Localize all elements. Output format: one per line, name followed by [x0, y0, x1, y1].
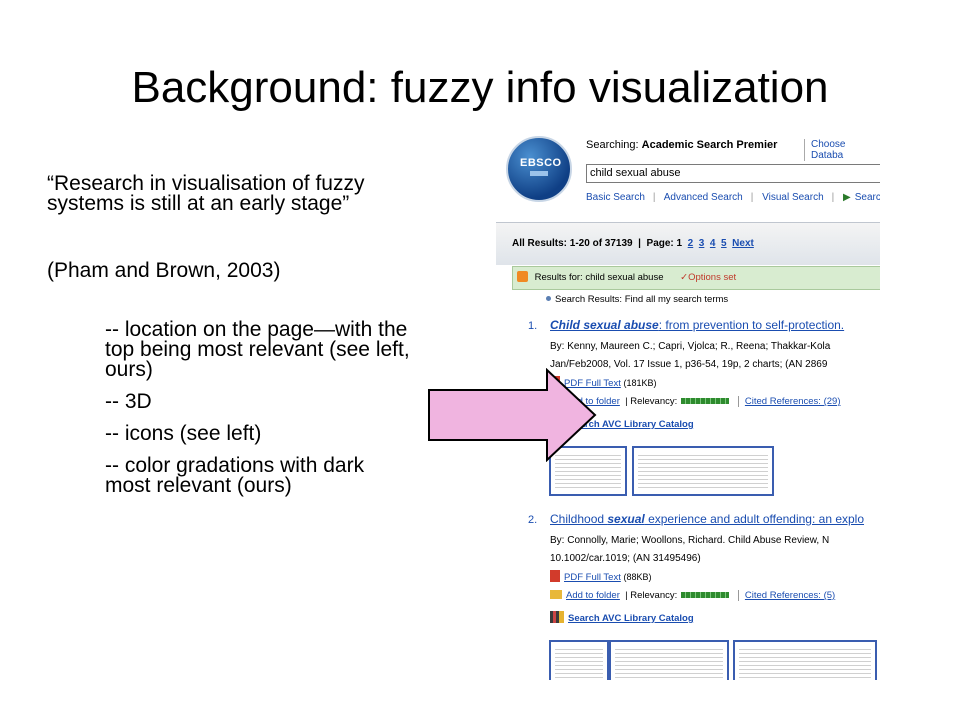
results-toolbar: All Results: 1-20 of 37139 | Page: 1 2 3… [496, 222, 880, 265]
table-thumbnail[interactable] [733, 640, 877, 680]
slide-title: Background: fuzzy info visualization [131, 63, 829, 112]
options-set-link[interactable]: ✓Options set [680, 272, 736, 283]
quote-text: “Research in visualisation of fuzzy syst… [47, 172, 365, 215]
result-byline: By: Kenny, Maureen C.; Capri, Vjolca; R.… [550, 341, 831, 352]
search-results-label: Search Results: Find all my search terms [555, 294, 729, 305]
pdf-row: PDF Full Text (88KB) [550, 570, 652, 583]
next-page-link[interactable]: Next [732, 238, 754, 249]
searching-label: Searching: Academic Search Premier [586, 139, 777, 151]
results-count: All Results: 1-20 of 37139 [512, 238, 633, 249]
books-icon [550, 611, 564, 623]
search-avc-catalog-link[interactable]: Search AVC Library Catalog [568, 613, 694, 624]
pdf-full-text-link[interactable]: PDF Full Text [564, 572, 621, 583]
logo-text: EBSCO [520, 157, 562, 169]
page-link-5[interactable]: 5 [721, 238, 727, 249]
triangle-right-icon: ▶ [843, 192, 851, 203]
search-input[interactable]: child sexual abuse [586, 164, 880, 183]
result-byline: By: Connolly, Marie; Woollons, Richard. … [550, 535, 830, 546]
page-label: Page: 1 [646, 238, 683, 249]
pdf-size: (88KB) [623, 572, 652, 582]
results-summary: All Results: 1-20 of 37139 | Page: 1 2 3… [512, 238, 754, 249]
result-title-rest: experience and adult offending: an explo [644, 512, 865, 526]
pdf-size: (181KB) [623, 378, 657, 388]
rss-icon[interactable] [517, 271, 528, 282]
choose-databases-link[interactable]: Choose Databa [804, 139, 880, 161]
cited-references-link[interactable]: Cited References: (29) [737, 396, 841, 407]
result-title-highlight: sexual [607, 512, 645, 526]
relevancy-bar [681, 398, 730, 404]
logo-host-bar [530, 171, 548, 176]
page-link-3[interactable]: 3 [699, 238, 705, 249]
ebsco-logo: EBSCO [506, 136, 572, 202]
arrow-shape [428, 368, 597, 462]
database-name: Academic Search Premier [641, 139, 778, 151]
results-for-label: Results for: child sexual abuse [534, 272, 664, 283]
bullet-dot-icon [546, 296, 551, 301]
pdf-icon [550, 570, 560, 582]
page-link-4[interactable]: 4 [710, 238, 716, 249]
result-number: 2. [528, 514, 538, 526]
basic-search-link[interactable]: Basic Search [586, 192, 645, 203]
add-to-folder-link[interactable]: Add to folder [566, 590, 620, 601]
chart-thumbnail[interactable] [632, 446, 774, 496]
bullet-3d: -- 3D [105, 390, 152, 413]
result-number: 1. [528, 320, 538, 332]
result-title-link[interactable]: Child sexual abuse: from prevention to s… [550, 318, 844, 332]
results-for-bar: Results for: child sexual abuse ✓Options… [512, 266, 880, 290]
search-history-link[interactable]: Search Hi [855, 192, 880, 203]
table-thumbnail[interactable] [549, 640, 609, 680]
searching-prefix: Searching: [586, 139, 639, 151]
search-mode-links: Basic Search | Advanced Search | Visual Se… [586, 192, 880, 203]
result-title-link[interactable]: Childhood sexual experience and adult of… [550, 512, 864, 526]
cited-references-link[interactable]: Cited References: (5) [737, 590, 836, 601]
search-results-mode: Search Results: Find all my search terms [546, 294, 728, 305]
bullet-icons: -- icons (see left) [105, 422, 262, 445]
visual-search-link[interactable]: Visual Search [762, 192, 824, 203]
page-link-2[interactable]: 2 [688, 238, 694, 249]
citation-text: (Pham and Brown, 2003) [47, 259, 281, 282]
result-title-highlight: Child sexual abuse [550, 318, 659, 332]
relevancy-label: Relevancy: [630, 590, 678, 601]
result-source: 10.1002/car.1019; (AN 31495496) [550, 553, 701, 564]
relevancy-label: Relevancy: [630, 396, 678, 407]
bullet-list: -- location on the page—with the top bei… [105, 318, 415, 508]
relevancy-bar [681, 592, 730, 598]
bullet-location: -- location on the page—with the top bei… [105, 318, 410, 381]
table-thumbnail[interactable] [609, 640, 729, 680]
bullet-color-gradations: -- color gradations with dark most relev… [105, 454, 365, 497]
folder-icon [550, 590, 562, 599]
actions-row: Add to folder | Relevancy: Cited Referen… [550, 590, 836, 601]
avc-row: Search AVC Library Catalog [550, 611, 694, 624]
pointer-arrow [428, 368, 597, 462]
result-title-rest: : from prevention to self-protection. [658, 318, 845, 332]
advanced-search-link[interactable]: Advanced Search [664, 192, 743, 203]
result-title-start: Childhood [550, 512, 608, 526]
search-header: EBSCO Searching: Academic Search Premier… [496, 128, 880, 220]
